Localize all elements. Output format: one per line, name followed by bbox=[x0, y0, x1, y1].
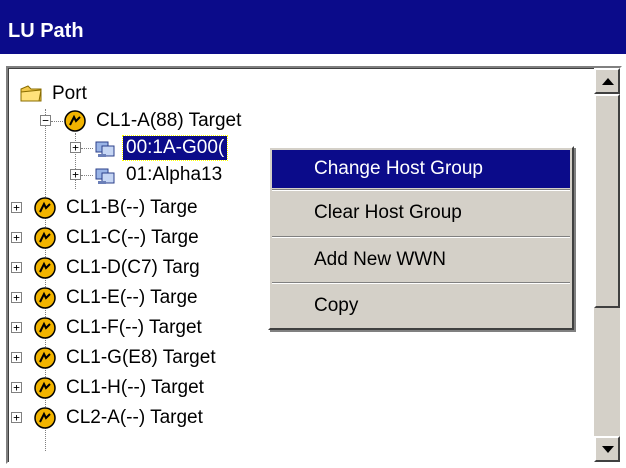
tree-node-label: CL1-C(--) Targe bbox=[66, 227, 199, 248]
tree-node-cl1-a[interactable]: CL1-A(88) Target bbox=[63, 108, 244, 134]
port-icon bbox=[34, 287, 56, 309]
expand-toggle[interactable]: + bbox=[11, 202, 22, 213]
panel-title: LU Path bbox=[0, 0, 626, 54]
tree-node-label: CL2-A(--) Target bbox=[66, 407, 203, 428]
menu-item-copy[interactable]: Copy bbox=[272, 287, 570, 325]
port-icon bbox=[34, 377, 56, 399]
menu-item-change-host-group[interactable]: Change Host Group bbox=[272, 150, 570, 188]
tree-node-cl2-a[interactable]: CL2-A(--) Target bbox=[33, 405, 206, 431]
tree-node-cl1-g[interactable]: CL1-G(E8) Target bbox=[33, 345, 219, 371]
collapse-toggle[interactable]: − bbox=[40, 115, 51, 126]
tree-node-label: CL1-G(E8) Target bbox=[66, 347, 216, 368]
port-icon bbox=[34, 197, 56, 219]
tree-node-label: 01:Alpha13 bbox=[126, 164, 223, 185]
tree-connector-line bbox=[81, 148, 93, 149]
port-icon bbox=[34, 317, 56, 339]
expand-toggle[interactable]: + bbox=[11, 292, 22, 303]
expand-toggle[interactable]: + bbox=[70, 169, 81, 180]
arrow-down-icon bbox=[602, 446, 614, 453]
menu-separator bbox=[272, 189, 570, 191]
menu-separator bbox=[272, 282, 570, 284]
expand-toggle[interactable]: + bbox=[11, 232, 22, 243]
tree-node-cl1-h[interactable]: CL1-H(--) Target bbox=[33, 375, 207, 401]
tree-node-host-group-01[interactable]: 01:Alpha13 bbox=[93, 162, 225, 188]
expand-toggle[interactable]: + bbox=[11, 382, 22, 393]
tree-connector-line bbox=[81, 175, 93, 176]
tree-node-label: CL1-E(--) Targe bbox=[66, 287, 198, 308]
expand-toggle[interactable]: + bbox=[11, 322, 22, 333]
tree-node-label: CL1-D(C7) Targ bbox=[66, 257, 200, 278]
menu-item-clear-host-group[interactable]: Clear Host Group bbox=[272, 194, 570, 232]
expand-toggle[interactable]: + bbox=[11, 412, 22, 423]
port-icon bbox=[34, 407, 56, 429]
tree-node-host-group-00[interactable]: 00:1A-G00( bbox=[93, 135, 229, 161]
menu-item-add-new-wwn[interactable]: Add New WWN bbox=[272, 241, 570, 279]
port-icon bbox=[34, 347, 56, 369]
port-icon bbox=[64, 110, 86, 132]
context-menu: Change Host Group Clear Host Group Add N… bbox=[268, 146, 574, 330]
tree-node-cl1-c[interactable]: CL1-C(--) Targe bbox=[33, 225, 202, 251]
tree-node-label: CL1-A(88) Target bbox=[96, 110, 242, 131]
scroll-up-button[interactable] bbox=[594, 68, 620, 94]
tree-node-label: CL1-H(--) Target bbox=[66, 377, 204, 398]
scroll-thumb[interactable] bbox=[594, 94, 620, 308]
host-group-icon bbox=[95, 141, 115, 157]
tree-node-label: CL1-B(--) Targe bbox=[66, 197, 198, 218]
tree-root-port[interactable]: Port bbox=[19, 81, 90, 107]
expand-toggle[interactable]: + bbox=[11, 352, 22, 363]
expand-toggle[interactable]: + bbox=[11, 262, 22, 273]
menu-separator bbox=[272, 236, 570, 238]
tree-node-cl1-e[interactable]: CL1-E(--) Targe bbox=[33, 285, 201, 311]
expand-toggle[interactable]: + bbox=[70, 142, 81, 153]
tree-node-cl1-f[interactable]: CL1-F(--) Target bbox=[33, 315, 205, 341]
tree-node-cl1-b[interactable]: CL1-B(--) Targe bbox=[33, 195, 201, 221]
arrow-up-icon bbox=[602, 78, 614, 85]
tree-node-cl1-d[interactable]: CL1-D(C7) Targ bbox=[33, 255, 203, 281]
tree-node-label: CL1-F(--) Target bbox=[66, 317, 202, 338]
host-group-icon bbox=[95, 168, 115, 184]
tree-node-label-selected: 00:1A-G00( bbox=[121, 135, 229, 161]
port-icon bbox=[34, 257, 56, 279]
port-icon bbox=[34, 227, 56, 249]
tree-connector-line bbox=[51, 121, 63, 122]
folder-icon bbox=[20, 85, 42, 102]
vertical-scrollbar[interactable] bbox=[594, 68, 620, 462]
tree-node-label: Port bbox=[52, 83, 87, 104]
scroll-down-button[interactable] bbox=[594, 436, 620, 462]
